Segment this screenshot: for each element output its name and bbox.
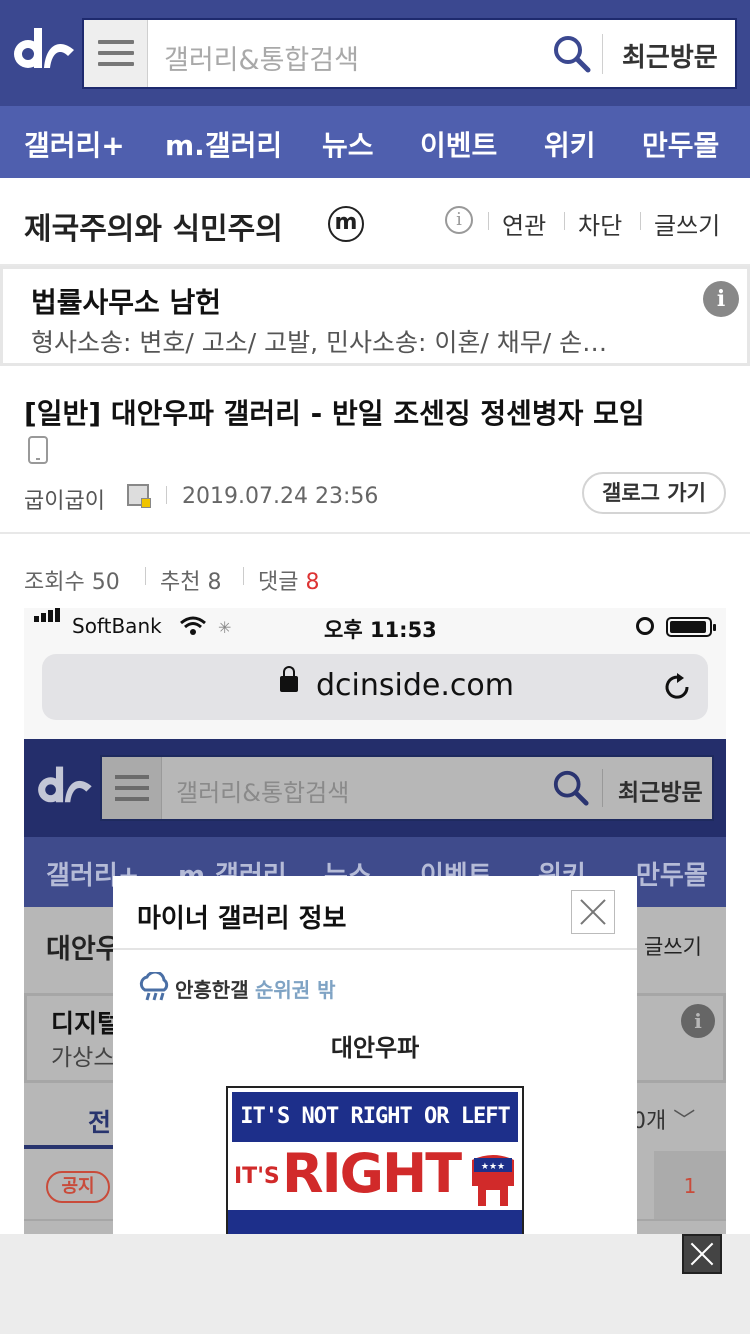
- inner-ad-desc: 가상스: [51, 1045, 115, 1071]
- post-author[interactable]: 굽이굽이: [24, 483, 105, 515]
- divider: [243, 567, 244, 585]
- block-link[interactable]: 차단: [578, 206, 622, 241]
- status-time: 오후 11:53: [324, 618, 437, 642]
- recent-visits-button[interactable]: 최근방문: [622, 37, 718, 74]
- write-link[interactable]: 글쓰기: [654, 206, 720, 241]
- chevron-down-icon: ﹀: [673, 1109, 696, 1134]
- divider: [564, 212, 565, 230]
- related-link[interactable]: 연관: [502, 206, 546, 241]
- modal-title: 마이너 갤러리 정보: [137, 904, 347, 934]
- poster-right-word: RIGHT: [282, 1142, 462, 1205]
- post-date: 2019.07.24 23:56: [182, 484, 379, 509]
- inner-header: 갤러리&통합검색 최근방문: [24, 739, 726, 837]
- post-title: [일반] 대안우파 갤러리 - 반일 조센징 정센병자 모임: [24, 397, 645, 430]
- divider: [640, 212, 641, 230]
- url-text: dcinside.com: [316, 668, 514, 703]
- comment-label: 댓글: [258, 570, 299, 595]
- post-image-screenshot: SoftBank ✳ 오후 11:53 dcinside.com 갤러리&통합검: [24, 608, 726, 1234]
- gallery-title[interactable]: 제국주의와 식민주의: [24, 204, 283, 248]
- dc-logo-icon: [38, 766, 92, 803]
- inner-tab: 전: [88, 1108, 112, 1137]
- modal-gallery-name: 대안우파: [330, 1034, 420, 1062]
- ad-info-icon[interactable]: i: [703, 281, 739, 317]
- nav-item-event[interactable]: 이벤트: [420, 124, 497, 164]
- menu-button[interactable]: [84, 20, 148, 87]
- ad-description: 형사소송: 변호/ 고소/ 고발, 민사소송: 이혼/ 채무/ 손…: [31, 328, 608, 357]
- ad-title: 법률사무소 남헌: [31, 286, 222, 319]
- minor-gallery-badge: m: [328, 206, 364, 242]
- main-nav: 갤러리+ m.갤러리 뉴스 이벤트 위키 만두몰: [0, 106, 750, 178]
- nav-item-m-gallery[interactable]: m.갤러리: [165, 124, 282, 164]
- ad-banner[interactable]: 법률사무소 남헌 형사소송: 변호/ 고소/ 고발, 민사소송: 이혼/ 채무/…: [0, 266, 750, 366]
- inner-write-label: 글쓰기: [644, 935, 702, 959]
- divider: [145, 567, 146, 585]
- comment-count: 댓글 8: [258, 564, 319, 596]
- notice-reply-count: 1: [654, 1151, 726, 1221]
- divider: [0, 532, 750, 534]
- inner-search-bar: 갤러리&통합검색 최근방문: [100, 755, 714, 821]
- ios-status-bar: SoftBank ✳ 오후 11:53: [24, 608, 726, 646]
- dc-logo-icon[interactable]: [10, 24, 76, 80]
- search-input[interactable]: 갤러리&통합검색: [164, 38, 359, 77]
- nav-item-gallery-plus[interactable]: 갤러리+: [24, 124, 125, 164]
- recommend-count: 추천 8: [160, 570, 222, 595]
- reload-icon: [665, 673, 689, 699]
- browser-url-bar: dcinside.com: [42, 654, 708, 720]
- view-count: 조회수 50: [24, 570, 120, 595]
- divider: [166, 486, 167, 504]
- divider: [602, 769, 603, 807]
- svg-text:★★★: ★★★: [481, 1162, 505, 1172]
- inner-ad-title: 디지털: [51, 1009, 121, 1038]
- search-divider: [602, 34, 603, 74]
- nav-item-mall[interactable]: 만두몰: [642, 124, 719, 164]
- inner-nav-item: 만두몰: [636, 861, 708, 891]
- minor-manager-icon: [127, 484, 151, 508]
- inner-count: 0개 ﹀: [632, 1103, 695, 1135]
- minor-gallery-info-modal: 마이너 갤러리 정보 안흥한갤 순위권 밖 대안우파 IT'S NOT RIGH…: [113, 876, 637, 1234]
- app-header: 갤러리&통합검색 최근방문: [0, 0, 750, 106]
- wifi-icon: [180, 616, 206, 635]
- divider: [113, 948, 637, 950]
- gallery-poster-image: IT'S NOT RIGHT OR LEFT IT'S RIGHT ★★★: [226, 1086, 524, 1234]
- nav-item-wiki[interactable]: 위키: [544, 124, 596, 164]
- poster-its: IT'S: [234, 1164, 280, 1189]
- poster-bottom-band: [228, 1210, 522, 1234]
- bottom-ad-banner[interactable]: [0, 1234, 750, 1334]
- poster-headline: IT'S NOT RIGHT OR LEFT: [232, 1092, 518, 1142]
- search-icon: [553, 770, 589, 806]
- info-icon: i: [681, 1004, 715, 1038]
- carrier-name: SoftBank: [72, 614, 162, 638]
- mobile-icon: [28, 436, 48, 464]
- loading-spinner-icon: ✳: [218, 618, 232, 637]
- inner-recent-label: 최근방문: [618, 780, 703, 806]
- battery-icon: [666, 617, 716, 637]
- gallog-button[interactable]: 갤로그 가기: [582, 472, 726, 514]
- nav-item-news[interactable]: 뉴스: [322, 124, 374, 164]
- rank-status: 순위권 밖: [255, 978, 336, 1002]
- divider: [488, 212, 489, 230]
- inner-menu-icon: [102, 757, 162, 819]
- inner-gallery-title: 대안우: [46, 934, 121, 965]
- close-icon[interactable]: [682, 1234, 722, 1274]
- notice-badge: 공지: [46, 1171, 110, 1203]
- comment-number: 8: [305, 570, 320, 595]
- alarm-icon: [636, 617, 654, 635]
- rank-label: 안흥한갤: [175, 978, 249, 1002]
- search-bar: 갤러리&통합검색 최근방문: [82, 18, 737, 89]
- inner-search-placeholder: 갤러리&통합검색: [176, 779, 350, 807]
- lock-icon: [280, 666, 298, 692]
- search-icon[interactable]: [552, 34, 592, 74]
- inner-count-label: 0개: [632, 1109, 667, 1134]
- info-icon[interactable]: i: [445, 206, 473, 234]
- cloud-rain-icon: [139, 972, 169, 1001]
- republican-elephant-icon: ★★★: [472, 1155, 514, 1206]
- close-icon: [571, 890, 615, 934]
